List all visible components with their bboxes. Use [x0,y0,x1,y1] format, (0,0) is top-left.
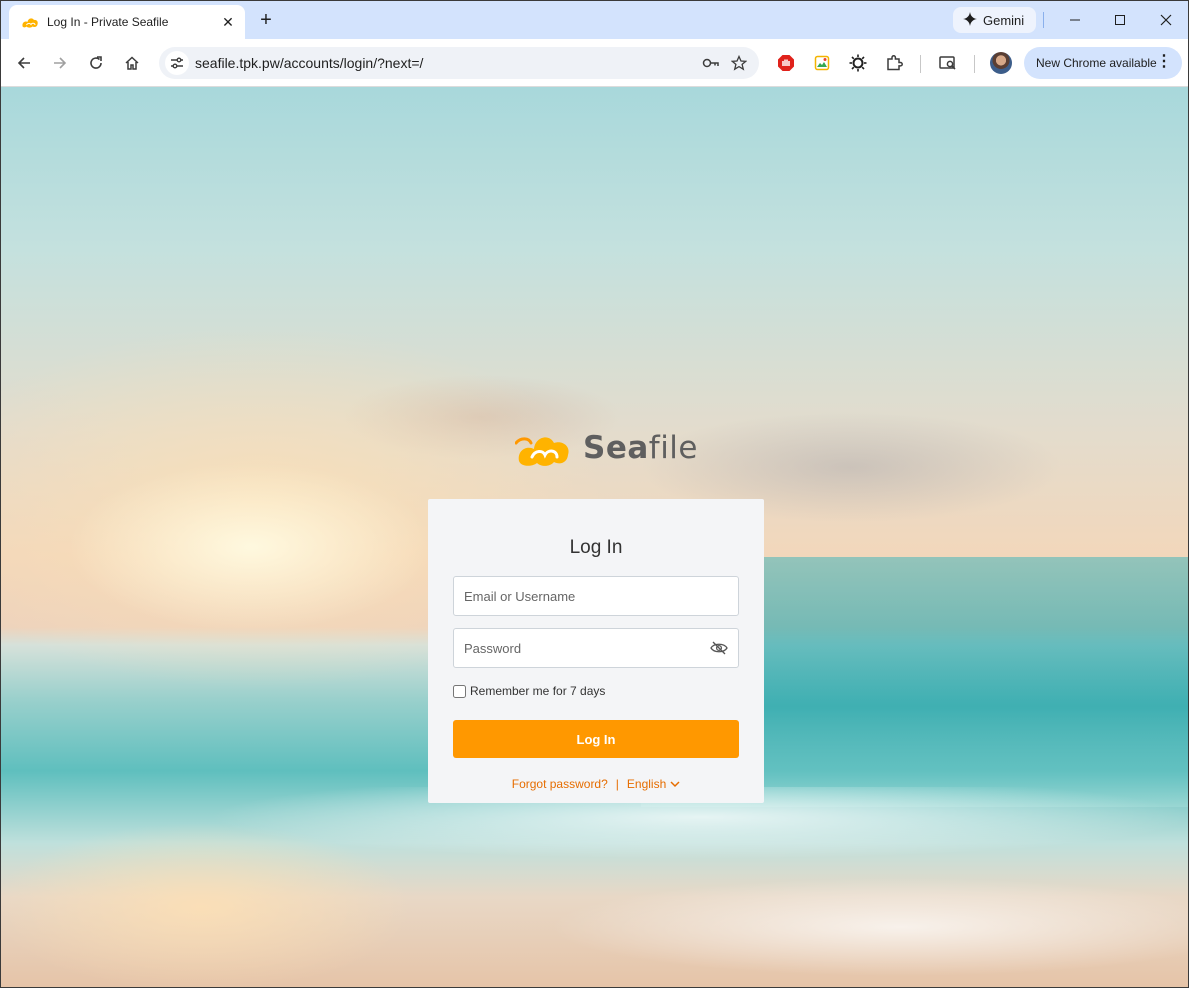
remember-checkbox[interactable] [453,684,466,698]
forward-arrow-icon [54,57,67,69]
minimize-button[interactable] [1060,7,1090,33]
gemini-button[interactable]: Gemini [953,7,1037,33]
logo-word-strong: Sea [583,430,649,466]
chrome-update-button[interactable]: New Chrome available ⋮ [1024,47,1182,79]
login-page: Seafile Log In Remember me for 7 days Lo… [1,87,1188,987]
password-key-icon[interactable] [697,49,725,77]
site-settings-icon[interactable] [165,51,189,75]
language-selector[interactable]: English [627,777,680,791]
tab-seafile-login[interactable]: Log In - Private Seafile ✕ [9,5,245,39]
login-title: Log In [569,537,623,558]
back-button[interactable] [10,49,38,77]
close-window-button[interactable] [1151,7,1181,33]
image-extension-icon[interactable] [810,51,834,75]
eye-off-icon[interactable] [709,638,729,658]
browser-toolbar: seafile.tpk.pw/accounts/login/?next=/ Ne… [1,39,1188,87]
url-text[interactable]: seafile.tpk.pw/accounts/login/?next=/ [195,55,697,71]
profile-avatar[interactable] [990,52,1012,74]
forgot-password-link[interactable]: Forgot password? [512,777,608,791]
home-button[interactable] [118,49,146,77]
chevron-down-icon [670,781,680,788]
reload-icon [90,56,102,69]
maximize-icon [1115,15,1125,25]
bookmark-star-icon[interactable] [725,49,753,77]
language-label: English [626,777,667,791]
back-arrow-icon [17,57,30,69]
new-tab-button[interactable]: + [255,9,277,31]
minimize-icon [1070,19,1080,21]
remember-me[interactable]: Remember me for 7 days [453,684,605,698]
extensions-puzzle-icon[interactable] [882,51,906,75]
toolbar-divider [920,55,921,73]
email-input[interactable] [464,588,738,604]
home-icon [125,56,139,70]
login-button[interactable]: Log In [453,720,739,758]
reload-button[interactable] [82,49,110,77]
login-card: Log In Remember me for 7 days Log In For… [428,499,764,803]
tabstrip-divider [1043,12,1044,28]
update-label: New Chrome available [1036,56,1157,70]
seafile-cloud-icon [515,437,569,466]
forward-button[interactable] [46,49,74,77]
logo-wordmark: Seafile [583,430,698,466]
background-shore [1,787,1188,987]
adblock-extension-icon[interactable] [774,51,798,75]
gemini-label: Gemini [983,12,1025,28]
address-bar[interactable]: seafile.tpk.pw/accounts/login/?next=/ [159,47,759,79]
tab-close-icon[interactable]: ✕ [219,13,237,31]
tab-strip: Log In - Private Seafile ✕ + Gemini [1,1,1188,39]
toolbar-divider [974,55,975,73]
remember-label: Remember me for 7 days [470,684,606,698]
tab-title: Log In - Private Seafile [47,15,169,29]
close-icon [1160,14,1172,26]
tab-search-icon[interactable] [936,51,960,75]
sun-extension-icon[interactable] [846,51,870,75]
maximize-button[interactable] [1105,7,1135,33]
password-input[interactable] [464,640,709,656]
card-footer-links: Forgot password? | English [428,777,764,791]
email-field[interactable] [453,576,739,616]
link-separator: | [615,777,619,791]
more-menu-icon[interactable]: ⋮ [1156,54,1172,70]
logo-word-light: file [648,430,698,466]
password-field[interactable] [453,628,739,668]
browser-window: Log In - Private Seafile ✕ + Gemini seaf… [0,0,1189,988]
gemini-sparkle-icon [963,11,977,29]
seafile-logo: Seafile [515,427,698,469]
seafile-favicon-icon [21,13,39,31]
